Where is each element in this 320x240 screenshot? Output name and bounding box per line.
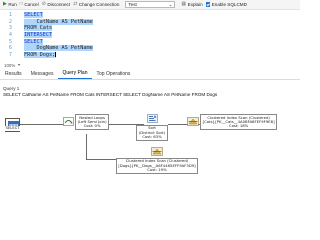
connection-icon: ⇄ <box>73 1 78 7</box>
zoom-level: 100% <box>4 62 16 68</box>
op-cost: Cost: 18% <box>228 123 249 128</box>
explain-button[interactable]: ▦ Explain <box>181 1 203 8</box>
database-select[interactable]: Test ⌄ <box>125 1 176 8</box>
change-connection-button[interactable]: ⇄ Change Connection <box>73 1 120 8</box>
change-connection-label: Change Connection <box>78 2 120 7</box>
sort-icon <box>146 114 158 123</box>
sql-editor[interactable]: 1 SELECT 2 CatName AS PetName 3 FROM Cat… <box>0 11 300 67</box>
cancel-label: Cancel <box>24 2 39 7</box>
line-number: 4 <box>8 32 12 39</box>
nested-loops-icon <box>63 117 74 127</box>
clustered-index-scan-icon <box>187 117 199 127</box>
editor-line: 2 CatName AS PetName <box>0 18 300 26</box>
line-number: 2 <box>8 18 12 25</box>
tab-query-plan[interactable]: Query Plan <box>58 70 92 79</box>
checkbox-checked-icon[interactable] <box>205 2 211 7</box>
explain-icon: ▦ <box>181 1 187 7</box>
clustered-index-scan-dogs-operator[interactable]: Clustered Index Scan (Clustered) [Dogs].… <box>110 147 204 174</box>
line-number: 7 <box>8 51 12 58</box>
tab-top-operations[interactable]: Top Operations <box>93 71 135 79</box>
code-text: SELECT <box>24 12 43 19</box>
editor-line: 5 SELECT <box>0 38 300 45</box>
chevron-down-icon: ⌄ <box>168 1 173 7</box>
disconnect-icon: ⊘ <box>41 1 46 7</box>
tab-results[interactable]: Results <box>1 71 26 79</box>
editor-line: 7 FROM Dogs; <box>0 51 300 59</box>
zoom-control[interactable]: 100% ▼ <box>0 62 300 68</box>
editor-line: 4 INTERSECT <box>0 32 300 39</box>
code-text: CatName AS PetName <box>24 18 93 25</box>
nested-loops-operator[interactable]: Nested Loops (Left Semi Join) Cost: 0% <box>60 114 112 130</box>
clustered-index-scan-icon <box>151 147 163 156</box>
select-label: SELECT <box>5 126 20 131</box>
op-cost: Cost: 0% <box>83 123 101 128</box>
explain-label: Explain <box>187 2 203 7</box>
editor-line: 1 SELECT <box>0 12 300 19</box>
play-icon: ▶ <box>3 1 7 7</box>
line-number: 1 <box>8 12 12 19</box>
code-text: FROM Cats <box>24 25 53 32</box>
code-text: FROM Dogs; <box>24 51 56 58</box>
cancel-button[interactable]: □ Cancel <box>19 1 39 8</box>
plan-connector <box>86 134 87 159</box>
line-number: 6 <box>8 45 12 52</box>
op-cost: Cost: 63% <box>142 133 162 139</box>
sort-operator[interactable]: Sort (Distinct Sort) Cost: 63% <box>132 114 172 141</box>
query-text: SELECT CatName AS PetName FROM Cats INTE… <box>3 92 218 97</box>
disconnect-label: Disconnect <box>47 2 71 7</box>
code-text: SELECT <box>24 38 43 45</box>
disconnect-button[interactable]: ⊘ Disconnect <box>41 1 71 8</box>
editor-toolbar: ▶ Run □ Cancel ⊘ Disconnect ⇄ Change Con… <box>0 0 300 10</box>
query-title: Query 1 <box>3 86 20 91</box>
results-tabs: Results Messages Query Plan Top Operatio… <box>0 70 300 80</box>
chevron-down-icon: ▼ <box>17 63 21 67</box>
line-number: 5 <box>8 38 12 45</box>
database-value: Test <box>128 2 137 7</box>
line-number: 3 <box>8 25 12 32</box>
code-text: INTERSECT <box>24 32 53 39</box>
sqlcmd-label: Enable SQLCMD <box>211 2 247 7</box>
tab-messages[interactable]: Messages <box>27 71 58 79</box>
editor-line: 6 DogName AS PetName <box>0 45 300 52</box>
editor-line: 3 FROM Cats <box>0 25 300 32</box>
run-button[interactable]: ▶ Run <box>3 1 17 8</box>
op-cost: Cost: 19% <box>147 166 167 172</box>
clustered-index-scan-cats-operator[interactable]: Clustered Index Scan (Clustered) [Cats].… <box>185 114 279 130</box>
stop-icon: □ <box>19 1 23 7</box>
sqlcmd-toggle[interactable]: Enable SQLCMD <box>205 2 247 7</box>
run-label: Run <box>8 2 17 7</box>
code-text: DogName AS PetName <box>24 45 93 52</box>
